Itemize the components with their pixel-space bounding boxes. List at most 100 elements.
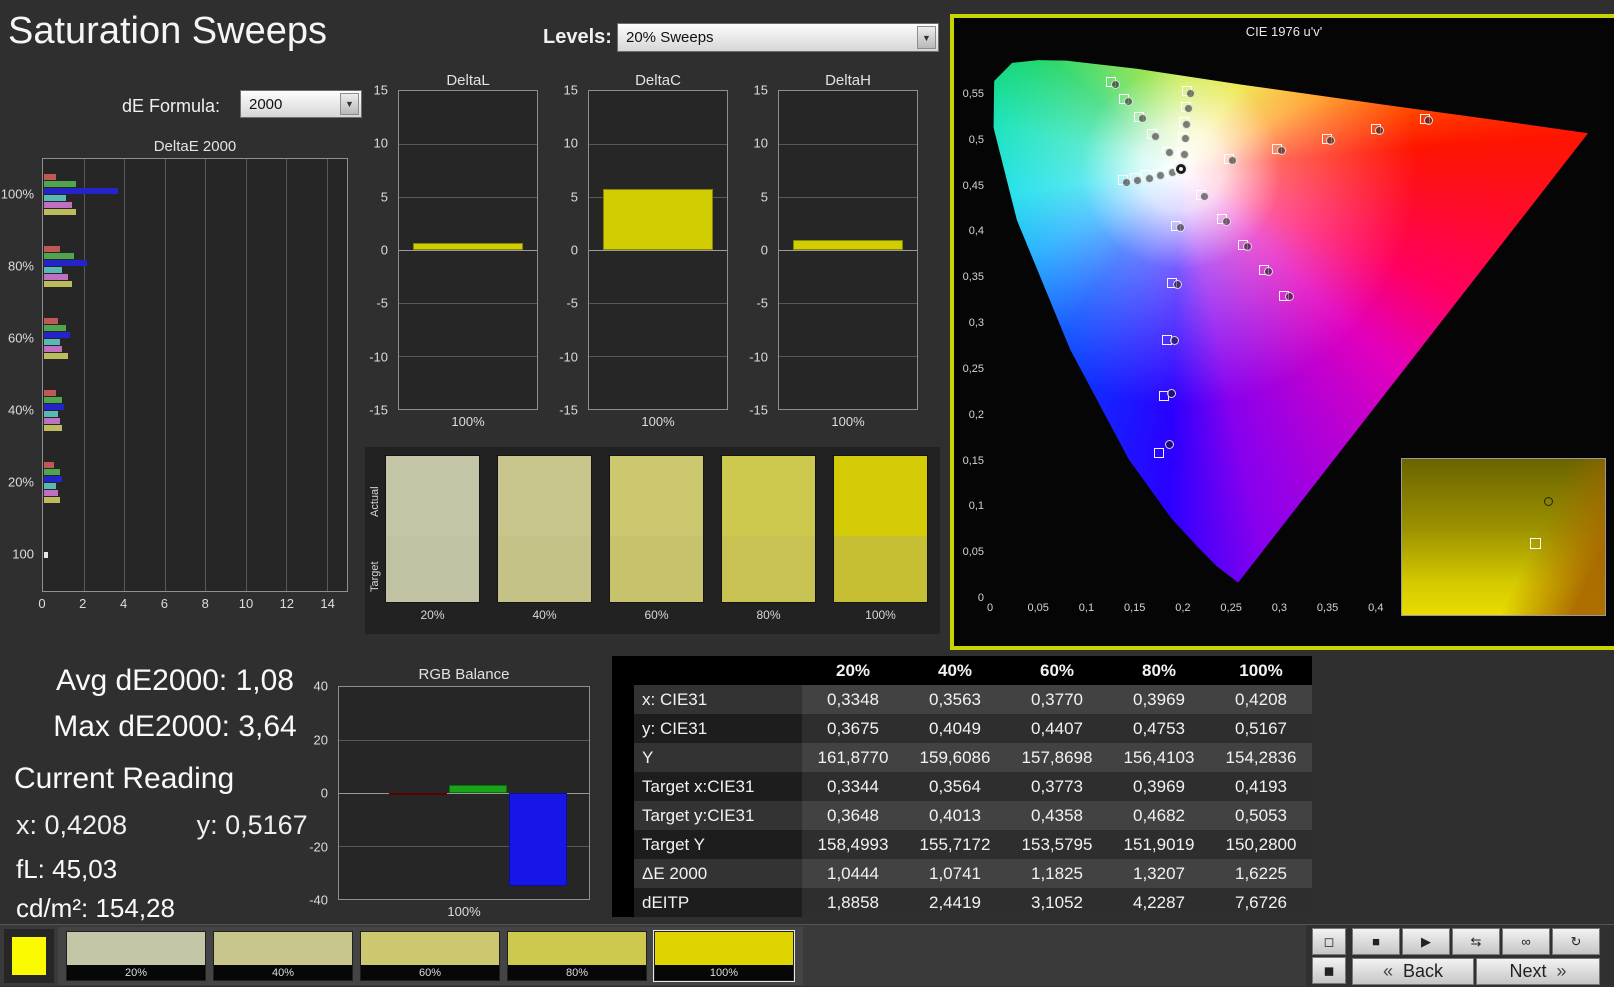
continuous-read-button[interactable]: ∞ [1502,928,1550,955]
axis-tick-label: 10 [238,596,254,611]
layout-expanded-button[interactable]: ◼ [1312,957,1346,984]
table-cell: 0,5167 [1210,714,1312,743]
measured-point-marker [1133,175,1143,185]
next-chevron-icon: » [1556,961,1567,981]
table-cell: 0,4753 [1108,714,1210,743]
table-corner [612,656,802,685]
axis-tick-label: 0,3 [1271,602,1287,614]
de-formula-dropdown[interactable]: 2000 ▼ [240,90,362,118]
table-cell: 0,4358 [1006,801,1108,830]
table-strip-cell [612,743,634,772]
bottom-bar: 20% 40% 60% 80% 100% ◻ ◼ ■ ▶ ⇆ ∞ ↻ « Back Next » [0,924,1614,987]
axis-tick-label: 4 [119,596,128,611]
axis-tick-label: -20 [309,839,328,854]
table-cell: 159,6086 [904,743,1006,772]
measured-point-marker [1199,192,1209,201]
table-strip-cell [612,685,634,714]
table-header-cell: 20% [802,656,904,685]
swatch-target [834,536,927,602]
axis-tick-label: 0,15 [1123,602,1146,614]
current-patch-frame [4,929,54,983]
table-cell: 0,4407 [1006,714,1108,743]
deltah-plot [778,90,918,410]
deltae-plot [42,158,348,592]
axis-tick-label: 100% [0,186,34,202]
axis-tick-label: 15 [753,82,768,98]
chevron-down-icon: ▼ [340,93,359,115]
bar [44,260,87,266]
bar [44,318,59,324]
swatch-target [498,536,591,602]
axis-tick-label: -15 [369,402,388,418]
table-strip-cell [612,888,634,917]
axis-tick-label: 40 [313,678,328,694]
patch-label: 40% [214,965,352,980]
layout-compact-button[interactable]: ◻ [1312,928,1346,955]
swatch-column [833,455,928,603]
bar [44,476,63,482]
table-cell: 0,3563 [904,685,1006,714]
deltae-ylabels: 100% 80% 60% 40% 20% 100 [0,158,40,592]
de-formula-label: dE Formula: [122,96,221,116]
gridline [245,159,247,591]
play-button[interactable]: ▶ [1402,928,1450,955]
gridline [205,159,207,591]
bar [44,397,63,403]
patch-label: 20% [67,965,205,980]
transport-row: ■ ▶ ⇆ ∞ ↻ [1352,928,1600,955]
patch-button-100%[interactable]: 100% [654,931,794,981]
deltae-chart-title: DeltaE 2000 [153,138,237,155]
next-button[interactable]: Next » [1476,958,1600,985]
axis-tick-label: 0 [380,242,388,258]
red-bar [389,793,447,796]
bar [44,181,77,187]
measured-point-marker [1172,280,1182,289]
table-cell: 155,7172 [904,830,1006,859]
repeat-button[interactable]: ↻ [1552,928,1600,955]
table-row-label: Target Y [634,830,802,859]
back-button[interactable]: « Back [1352,958,1474,985]
stop-button[interactable]: ■ [1352,928,1400,955]
measured-point-marker [1137,114,1147,124]
panel-toggles: ◻ ◼ [1312,928,1348,986]
xy-reading: x: 0,4208 y: 0,5167 [16,810,308,841]
gridline [589,144,727,145]
sweep-order-button[interactable]: ⇆ [1452,928,1500,955]
patch-button-60%[interactable]: 60% [360,931,500,981]
measured-point-marker [1151,131,1161,141]
gridline [326,159,328,591]
table-cell: 0,4208 [1210,685,1312,714]
levels-dropdown[interactable]: 20% Sweeps ▼ [617,23,939,52]
swatch-strip-panel: Actual Target 20% 40% 60% 80% 100% [365,447,940,634]
gridline [83,159,85,591]
bar [44,469,61,475]
axis-tick-label: -15 [559,402,578,418]
bar [44,551,49,558]
bar [44,339,61,345]
table-row-label: Target x:CIE31 [634,772,802,801]
inset-target-marker [1530,537,1542,549]
table-row-label: Y [634,743,802,772]
swatch-label: 60% [644,608,669,622]
patch-button-40%[interactable]: 40% [213,931,353,981]
patch-button-80%[interactable]: 80% [507,931,647,981]
axis-tick-label: -10 [749,349,768,365]
back-label: Back [1402,961,1444,981]
patch-label: 100% [655,965,793,980]
table-cell: 3,1052 [1006,888,1108,917]
levels-label: Levels: [543,26,612,48]
cie-diagram-panel: CIE 1976 u'v' 0 0,05 0,1 0,15 0,2 0,25 0,3 0,35… [950,14,1614,650]
axis-tick-label: 0 [570,242,578,258]
table-cell: 151,9019 [1108,830,1210,859]
bar [44,209,77,215]
table-cell: 158,4993 [802,830,904,859]
axis-tick-label: -15 [749,402,768,418]
axis-tick-label: 0,5 [968,133,984,146]
table-header-cell: 80% [1108,656,1210,685]
deltal-ylabels: 15 10 5 0 -5 -10 -15 [362,83,394,418]
measured-point-marker [1164,439,1174,449]
patch-color [508,932,646,965]
patch-button-20%[interactable]: 20% [66,931,206,981]
table-cell: 0,3773 [1006,772,1108,801]
gridline [399,356,537,357]
